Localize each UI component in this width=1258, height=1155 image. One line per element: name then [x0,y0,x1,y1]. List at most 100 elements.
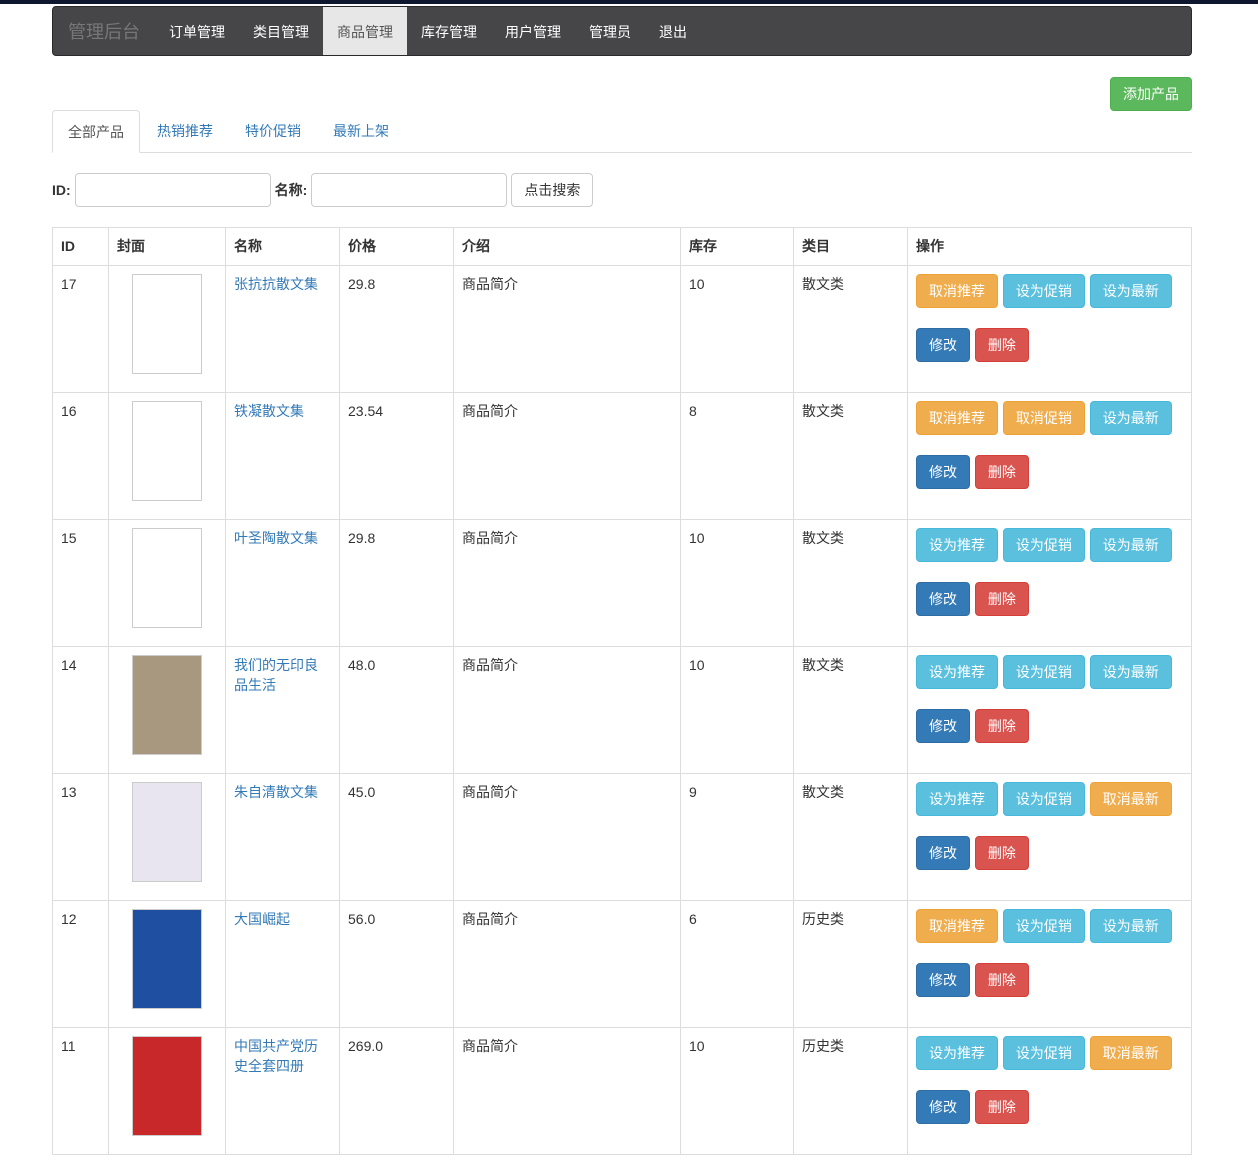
search-button[interactable]: 点击搜索 [511,173,593,207]
intro-cell: 商品简介 [454,393,681,520]
delete-button[interactable]: 删除 [975,1090,1029,1124]
product-name-link[interactable]: 张抗抗散文集 [234,276,318,292]
delete-button[interactable]: 删除 [975,328,1029,362]
column-header: 名称 [226,228,340,266]
toggle-new-button[interactable]: 设为最新 [1090,528,1172,562]
price-cell: 269.0 [340,1028,454,1155]
id-input[interactable] [75,173,271,207]
nav-item[interactable]: 退出 [645,7,701,55]
price-cell: 29.8 [340,266,454,393]
edit-button[interactable]: 修改 [916,455,970,489]
tab[interactable]: 特价促销 [230,110,316,152]
delete-button[interactable]: 删除 [975,582,1029,616]
nav-item[interactable]: 管理员 [575,7,645,55]
id-cell: 12 [53,901,109,1028]
stock-cell: 10 [681,266,794,393]
cover-cell [109,1028,226,1155]
nav-item[interactable]: 类目管理 [239,7,323,55]
tab[interactable]: 热销推荐 [142,110,228,152]
intro-cell: 商品简介 [454,1028,681,1155]
id-cell: 11 [53,1028,109,1155]
toggle-new-button[interactable]: 设为最新 [1090,909,1172,943]
delete-button[interactable]: 删除 [975,836,1029,870]
name-cell: 铁凝散文集 [226,393,340,520]
edit-button[interactable]: 修改 [916,1090,970,1124]
toggle-hot-button[interactable]: 设为推荐 [916,782,998,816]
nav-item[interactable]: 库存管理 [407,7,491,55]
cover-image [132,401,202,501]
name-label: 名称: [275,180,308,200]
category-cell: 历史类 [794,1028,908,1155]
edit-button[interactable]: 修改 [916,836,970,870]
toggle-promo-button[interactable]: 设为促销 [1003,782,1085,816]
toggle-hot-button[interactable]: 取消推荐 [916,909,998,943]
product-name-link[interactable]: 铁凝散文集 [234,403,304,419]
cover-cell [109,647,226,774]
delete-button[interactable]: 删除 [975,963,1029,997]
actions-cell: 设为推荐 设为促销 设为最新 修改 删除 [908,520,1192,647]
cover-cell [109,520,226,647]
delete-button[interactable]: 删除 [975,455,1029,489]
product-name-link[interactable]: 中国共产党历史全套四册 [234,1038,318,1074]
actions-cell: 设为推荐 设为促销 取消最新 修改 删除 [908,1028,1192,1155]
toggle-promo-button[interactable]: 设为促销 [1003,1036,1085,1070]
id-cell: 17 [53,266,109,393]
toggle-new-button[interactable]: 设为最新 [1090,655,1172,689]
product-table: ID封面名称价格介绍库存类目操作 17 张抗抗散文集 29.8 商品简介 10 … [52,227,1192,1155]
table-row: 14 我们的无印良品生活 48.0 商品简介 10 散文类 设为推荐 设为促销 … [53,647,1192,774]
brand[interactable]: 管理后台 [53,7,155,55]
stock-cell: 10 [681,1028,794,1155]
toggle-hot-button[interactable]: 设为推荐 [916,1036,998,1070]
toggle-new-button[interactable]: 取消最新 [1090,1036,1172,1070]
column-header: 价格 [340,228,454,266]
price-cell: 23.54 [340,393,454,520]
cover-image [132,1036,202,1136]
toggle-new-button[interactable]: 取消最新 [1090,782,1172,816]
tab[interactable]: 最新上架 [318,110,404,152]
category-cell: 散文类 [794,647,908,774]
toggle-promo-button[interactable]: 取消促销 [1003,401,1085,435]
name-cell: 中国共产党历史全套四册 [226,1028,340,1155]
cover-image [132,528,202,628]
cover-cell [109,393,226,520]
cover-cell [109,774,226,901]
toggle-promo-button[interactable]: 设为促销 [1003,909,1085,943]
edit-button[interactable]: 修改 [916,709,970,743]
toggle-new-button[interactable]: 设为最新 [1090,274,1172,308]
toggle-hot-button[interactable]: 取消推荐 [916,274,998,308]
category-cell: 历史类 [794,901,908,1028]
toggle-hot-button[interactable]: 设为推荐 [916,655,998,689]
toggle-new-button[interactable]: 设为最新 [1090,401,1172,435]
column-header: 库存 [681,228,794,266]
product-name-link[interactable]: 大国崛起 [234,911,290,927]
edit-button[interactable]: 修改 [916,328,970,362]
nav-item[interactable]: 商品管理 [323,7,407,55]
table-row: 15 叶圣陶散文集 29.8 商品简介 10 散文类 设为推荐 设为促销 设为最… [53,520,1192,647]
edit-button[interactable]: 修改 [916,963,970,997]
actions-cell: 取消推荐 设为促销 设为最新 修改 删除 [908,266,1192,393]
column-header: 操作 [908,228,1192,266]
product-name-link[interactable]: 朱自清散文集 [234,784,318,800]
toggle-promo-button[interactable]: 设为促销 [1003,528,1085,562]
stock-cell: 9 [681,774,794,901]
actions-cell: 设为推荐 设为促销 设为最新 修改 删除 [908,647,1192,774]
add-product-button[interactable]: 添加产品 [1110,77,1192,111]
product-name-link[interactable]: 叶圣陶散文集 [234,530,318,546]
name-input[interactable] [311,173,507,207]
tab[interactable]: 全部产品 [52,110,140,153]
product-name-link[interactable]: 我们的无印良品生活 [234,657,318,693]
table-row: 16 铁凝散文集 23.54 商品简介 8 散文类 取消推荐 取消促销 设为最新… [53,393,1192,520]
delete-button[interactable]: 删除 [975,709,1029,743]
toggle-hot-button[interactable]: 设为推荐 [916,528,998,562]
toggle-promo-button[interactable]: 设为促销 [1003,655,1085,689]
search-form: ID: 名称: 点击搜索 [52,173,593,207]
column-header: 介绍 [454,228,681,266]
top-border [0,0,1258,4]
nav-item[interactable]: 订单管理 [155,7,239,55]
price-cell: 45.0 [340,774,454,901]
table-row: 13 朱自清散文集 45.0 商品简介 9 散文类 设为推荐 设为促销 取消最新… [53,774,1192,901]
edit-button[interactable]: 修改 [916,582,970,616]
nav-item[interactable]: 用户管理 [491,7,575,55]
toggle-promo-button[interactable]: 设为促销 [1003,274,1085,308]
toggle-hot-button[interactable]: 取消推荐 [916,401,998,435]
